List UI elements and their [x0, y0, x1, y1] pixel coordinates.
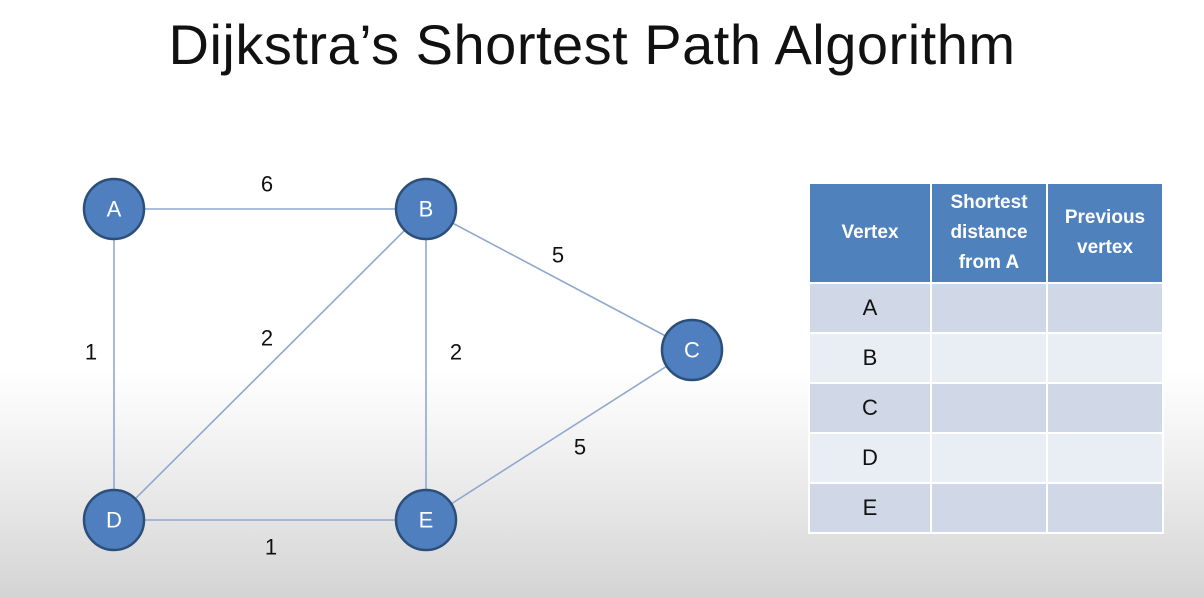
cell-vertex: E	[808, 482, 932, 534]
edge-weight-b-d: 2	[261, 326, 273, 351]
cell-previous	[1046, 382, 1164, 434]
edge-weight-e-c: 5	[574, 435, 586, 460]
table-header-row: Vertex Shortest distance from A Previous…	[808, 182, 1164, 284]
header-shortest-distance-line2: distance	[950, 222, 1028, 243]
cell-distance	[930, 332, 1048, 384]
header-previous-vertex-line1: Previous	[1064, 207, 1146, 228]
node-c-label: C	[684, 338, 700, 363]
edge-b-d	[113, 208, 427, 521]
edge-weight-a-b: 6	[261, 172, 273, 197]
cell-distance	[930, 482, 1048, 534]
distance-table: Vertex Shortest distance from A Previous…	[808, 182, 1164, 534]
cell-distance	[930, 432, 1048, 484]
table-row: D	[808, 432, 1164, 484]
node-e-label: E	[419, 508, 434, 533]
table-row: A	[808, 282, 1164, 334]
node-a: A	[82, 177, 146, 241]
node-a-label: A	[107, 197, 122, 222]
node-d-label: D	[106, 508, 122, 533]
header-previous-vertex: Previous vertex	[1046, 182, 1164, 284]
edge-weight-a-d: 1	[85, 340, 97, 365]
node-d: D	[82, 488, 146, 552]
table-row: B	[808, 332, 1164, 384]
header-previous-vertex-line2: vertex	[1077, 237, 1133, 258]
node-e: E	[394, 488, 458, 552]
header-vertex: Vertex	[808, 182, 932, 284]
cell-distance	[930, 382, 1048, 434]
table-row: C	[808, 382, 1164, 434]
cell-vertex: A	[808, 282, 932, 334]
cell-vertex: C	[808, 382, 932, 434]
node-b: B	[394, 177, 458, 241]
edge-weight-b-e: 2	[450, 340, 462, 365]
cell-previous	[1046, 432, 1164, 484]
edge-weight-d-e: 1	[265, 535, 277, 560]
edge-weight-b-c: 5	[552, 243, 564, 268]
header-shortest-distance-line1: Shortest	[950, 192, 1028, 213]
cell-previous	[1046, 482, 1164, 534]
edge-b-c	[425, 208, 693, 351]
cell-distance	[930, 282, 1048, 334]
node-b-label: B	[419, 197, 434, 222]
graph-diagram: 6 1 2 2 5 1 5 A B C D E	[82, 172, 724, 560]
cell-vertex: B	[808, 332, 932, 384]
edge-e-c	[425, 349, 693, 521]
cell-vertex: D	[808, 432, 932, 484]
cell-previous	[1046, 282, 1164, 334]
cell-previous	[1046, 332, 1164, 384]
node-c: C	[660, 318, 724, 382]
header-shortest-distance: Shortest distance from A	[930, 182, 1048, 284]
header-shortest-distance-line3: from A	[958, 252, 1020, 273]
table-row: E	[808, 482, 1164, 534]
